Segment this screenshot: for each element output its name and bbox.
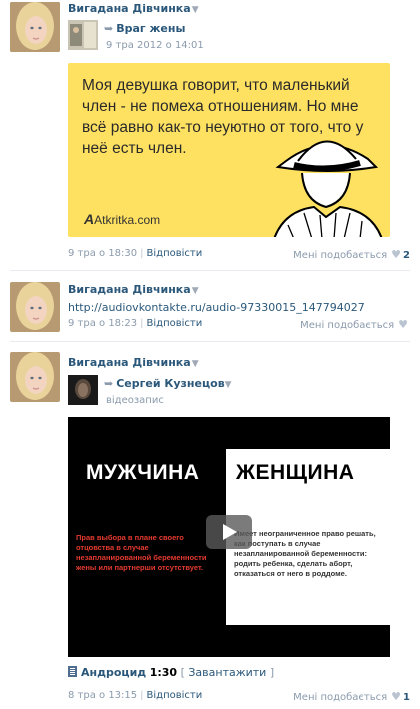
- video-text-left: Прав выбора в плане своего отцовства в с…: [76, 533, 207, 572]
- heart-icon[interactable]: ♥: [391, 690, 401, 703]
- audio-attachment: Андроцид 1:30 [ Завантажити ]: [68, 666, 274, 679]
- audio-link[interactable]: http://audiovkontakte.ru/audio-97330015_…: [68, 301, 365, 314]
- avatar[interactable]: [10, 352, 60, 402]
- chevron-down-icon[interactable]: ▼: [192, 359, 199, 369]
- like-label[interactable]: Мені подобається: [293, 250, 387, 261]
- download-link[interactable]: Завантажити: [188, 666, 266, 679]
- like-button[interactable]: Мені подобається ♥ 2: [293, 248, 410, 261]
- meme-logo: AAtkritka.com: [84, 211, 161, 227]
- repost-date[interactable]: 9 тра 2012 о 14:01: [106, 40, 204, 51]
- post-author[interactable]: Вигадана Дівчинка▼: [68, 283, 199, 296]
- like-button[interactable]: Мені подобається ♥ 1: [293, 690, 410, 703]
- audio-duration: 1:30: [149, 666, 178, 679]
- video-title-right: ЖЕНЩИНА: [236, 461, 355, 484]
- repost-type: відеозапис: [106, 395, 164, 406]
- repost-source-name[interactable]: Сергей Кузнецов: [116, 377, 224, 390]
- repost-thumbnail[interactable]: [68, 375, 98, 405]
- repost-arrow-icon: ➥: [104, 22, 114, 35]
- post-time[interactable]: 9 тра о 18:23: [68, 318, 137, 329]
- reply-link[interactable]: Відповісти: [147, 318, 203, 329]
- video-text-right: Имеет неограниченное право решать, как п…: [234, 529, 376, 578]
- post-time[interactable]: 9 тра о 18:30: [68, 248, 137, 259]
- repost-source[interactable]: ➥ Враг жены: [104, 22, 185, 35]
- heart-icon[interactable]: ♥: [391, 248, 401, 261]
- post-author-name[interactable]: Вигадана Дівчинка: [68, 283, 191, 296]
- divider: [10, 341, 410, 342]
- like-label[interactable]: Мені подобається: [293, 692, 387, 703]
- chevron-down-icon[interactable]: ▼: [192, 5, 199, 15]
- audio-name[interactable]: Андроцид: [81, 666, 146, 679]
- avatar[interactable]: [10, 282, 60, 332]
- repost-arrow-icon: ➥: [104, 377, 114, 390]
- like-count[interactable]: 2: [403, 250, 410, 261]
- repost-source[interactable]: ➥ Сергей Кузнецов▼: [104, 377, 232, 390]
- repost-thumbnail[interactable]: [68, 20, 98, 50]
- post-footer: 9 тра о 18:30 | Відповісти Мені подобаєтьс…: [68, 248, 410, 261]
- reply-link[interactable]: Відповісти: [147, 248, 203, 259]
- audio-file-icon[interactable]: [68, 666, 77, 677]
- like-button[interactable]: Мені подобається ♥: [300, 318, 410, 331]
- chevron-down-icon[interactable]: ▼: [192, 286, 199, 296]
- like-label[interactable]: Мені подобається: [300, 320, 394, 331]
- repost-source-name[interactable]: Враг жены: [116, 22, 185, 35]
- video-title-left: МУЖЧИНА: [86, 461, 200, 484]
- post-image[interactable]: Моя девушка говорит, что маленький член …: [68, 63, 390, 237]
- post-footer: 9 тра о 18:23 | Відповісти Мені подобаєтьс…: [68, 318, 410, 331]
- avatar[interactable]: [10, 2, 60, 52]
- like-count[interactable]: 1: [403, 692, 410, 703]
- video-player[interactable]: МУЖЧИНА ЖЕНЩИНА Прав выбора в плане свое…: [68, 417, 390, 657]
- post-time[interactable]: 8 тра о 13:15: [68, 690, 137, 701]
- post-author-name[interactable]: Вигадана Дівчинка: [68, 2, 191, 15]
- man-in-hat-illustration: [273, 140, 383, 237]
- heart-icon[interactable]: ♥: [398, 318, 408, 331]
- chevron-down-icon[interactable]: ▼: [225, 380, 232, 390]
- divider: [10, 270, 410, 271]
- post-footer: 8 тра о 13:15 | Відповісти Мені подобаєтьс…: [68, 690, 410, 703]
- post-author[interactable]: Вигадана Дівчинка▼: [68, 356, 199, 369]
- play-icon[interactable]: [206, 515, 252, 549]
- reply-link[interactable]: Відповісти: [147, 690, 203, 701]
- post-author[interactable]: Вигадана Дівчинка▼: [68, 2, 199, 15]
- post-author-name[interactable]: Вигадана Дівчинка: [68, 356, 191, 369]
